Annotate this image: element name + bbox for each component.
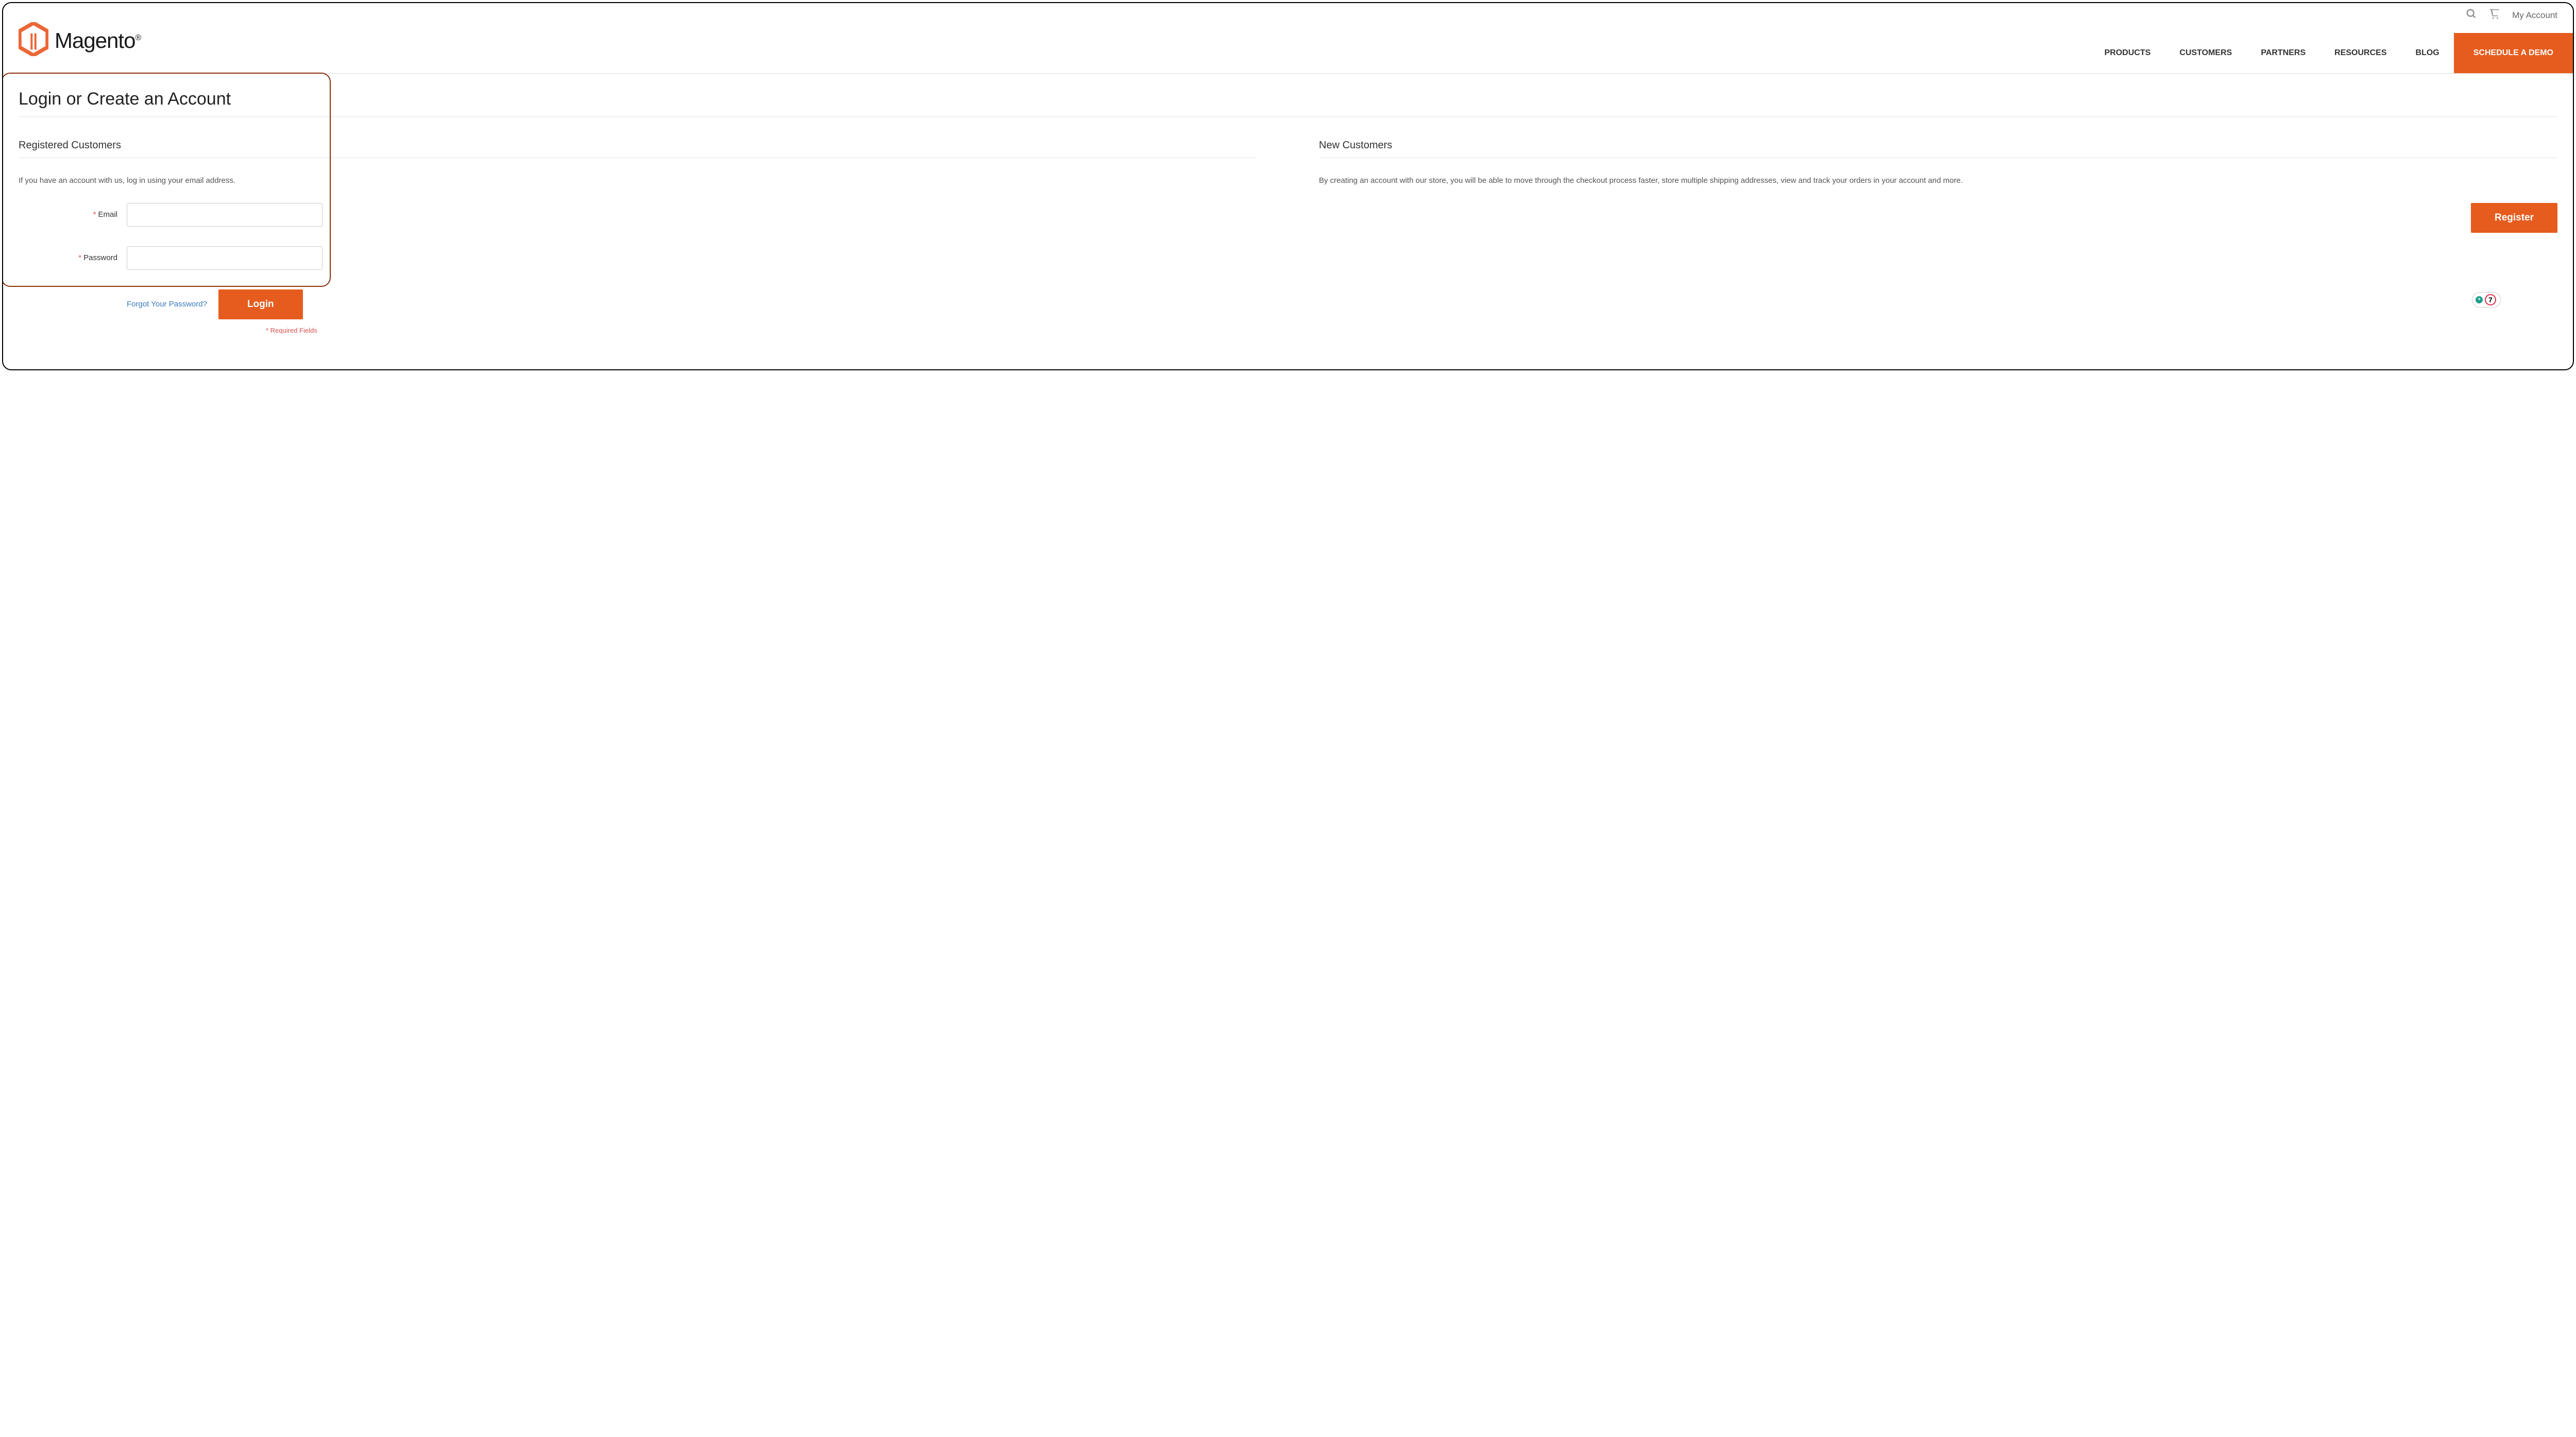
password-row: *Password bbox=[19, 246, 1257, 270]
register-button[interactable]: Register bbox=[2471, 203, 2557, 233]
main-header: Magento® PRODUCTS CUSTOMERS PARTNERS RES… bbox=[3, 22, 2573, 74]
schedule-demo-button[interactable]: SCHEDULE A DEMO bbox=[2454, 33, 2573, 73]
page-title: Login or Create an Account bbox=[19, 89, 2557, 117]
columns: Registered Customers If you have an acco… bbox=[19, 140, 2557, 334]
register-heading: New Customers bbox=[1319, 140, 2557, 158]
email-label: *Email bbox=[19, 210, 127, 219]
plus-icon: + bbox=[2476, 296, 2483, 303]
nav-products[interactable]: PRODUCTS bbox=[2090, 33, 2165, 73]
nav-partners[interactable]: PARTNERS bbox=[2246, 33, 2320, 73]
email-row: *Email bbox=[19, 203, 1257, 227]
primary-nav: PRODUCTS CUSTOMERS PARTNERS RESOURCES BL… bbox=[2090, 33, 2573, 73]
search-icon[interactable] bbox=[2466, 8, 2477, 22]
notification-count: 7 bbox=[2485, 294, 2496, 305]
register-desc: By creating an account with our store, y… bbox=[1319, 174, 2557, 189]
login-heading: Registered Customers bbox=[19, 140, 1257, 158]
nav-customers[interactable]: CUSTOMERS bbox=[2165, 33, 2246, 73]
nav-blog[interactable]: BLOG bbox=[2401, 33, 2454, 73]
forgot-password-link[interactable]: Forgot Your Password? bbox=[127, 300, 207, 309]
password-label: *Password bbox=[19, 253, 127, 262]
login-button[interactable]: Login bbox=[218, 289, 303, 319]
brand-name: Magento® bbox=[55, 28, 141, 53]
required-asterisk: * bbox=[93, 210, 96, 219]
brand-logo[interactable]: Magento® bbox=[19, 22, 141, 73]
email-field[interactable] bbox=[127, 203, 323, 227]
password-field[interactable] bbox=[127, 246, 323, 270]
main-content: Login or Create an Account Registered Cu… bbox=[3, 74, 2573, 334]
page-frame: My Account Magento® PRODUCTS CUSTOMERS P… bbox=[2, 2, 2574, 370]
required-asterisk: * bbox=[78, 253, 81, 262]
notification-widget[interactable]: + 7 bbox=[2472, 292, 2501, 307]
nav-resources[interactable]: RESOURCES bbox=[2320, 33, 2401, 73]
my-account-link[interactable]: My Account bbox=[2512, 10, 2557, 21]
top-utility-bar: My Account bbox=[3, 3, 2573, 22]
magento-hexagon-icon bbox=[19, 22, 48, 59]
login-desc: If you have an account with us, log in u… bbox=[19, 174, 1257, 189]
cart-icon[interactable] bbox=[2488, 8, 2501, 22]
login-column: Registered Customers If you have an acco… bbox=[19, 140, 1257, 334]
required-fields-note: * Required Fields bbox=[266, 327, 1257, 334]
register-column: New Customers By creating an account wit… bbox=[1319, 140, 2557, 334]
login-actions: Forgot Your Password? Login bbox=[127, 289, 1257, 319]
